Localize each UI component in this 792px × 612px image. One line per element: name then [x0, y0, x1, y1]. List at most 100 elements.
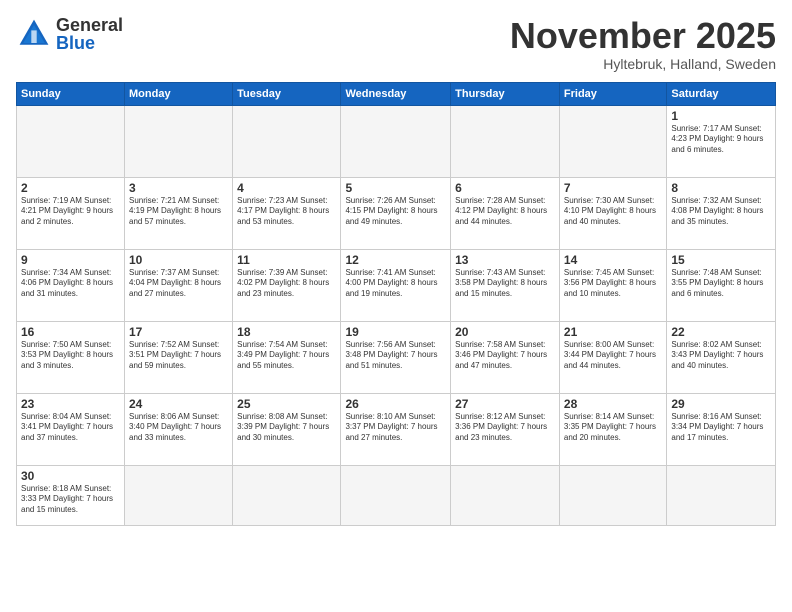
calendar-cell: [451, 465, 560, 525]
day-number: 11: [237, 253, 336, 267]
day-number: 16: [21, 325, 120, 339]
day-number: 6: [455, 181, 555, 195]
day-info: Sunrise: 7:50 AM Sunset: 3:53 PM Dayligh…: [21, 340, 120, 372]
day-info: Sunrise: 7:17 AM Sunset: 4:23 PM Dayligh…: [671, 124, 771, 156]
day-number: 10: [129, 253, 228, 267]
day-info: Sunrise: 7:56 AM Sunset: 3:48 PM Dayligh…: [345, 340, 446, 372]
day-number: 23: [21, 397, 120, 411]
calendar-cell: [341, 105, 451, 177]
day-number: 14: [564, 253, 662, 267]
day-info: Sunrise: 8:12 AM Sunset: 3:36 PM Dayligh…: [455, 412, 555, 444]
day-info: Sunrise: 8:06 AM Sunset: 3:40 PM Dayligh…: [129, 412, 228, 444]
day-number: 4: [237, 181, 336, 195]
day-number: 22: [671, 325, 771, 339]
calendar-cell: 29Sunrise: 8:16 AM Sunset: 3:34 PM Dayli…: [667, 393, 776, 465]
day-info: Sunrise: 8:10 AM Sunset: 3:37 PM Dayligh…: [345, 412, 446, 444]
day-header-tuesday: Tuesday: [233, 82, 341, 105]
calendar-cell: 14Sunrise: 7:45 AM Sunset: 3:56 PM Dayli…: [559, 249, 666, 321]
calendar-cell: 11Sunrise: 7:39 AM Sunset: 4:02 PM Dayli…: [233, 249, 341, 321]
day-number: 19: [345, 325, 446, 339]
day-info: Sunrise: 7:52 AM Sunset: 3:51 PM Dayligh…: [129, 340, 228, 372]
logo-general: General: [56, 16, 123, 34]
day-info: Sunrise: 8:08 AM Sunset: 3:39 PM Dayligh…: [237, 412, 336, 444]
calendar-cell: 5Sunrise: 7:26 AM Sunset: 4:15 PM Daylig…: [341, 177, 451, 249]
day-number: 29: [671, 397, 771, 411]
day-number: 5: [345, 181, 446, 195]
day-number: 2: [21, 181, 120, 195]
calendar-cell: 7Sunrise: 7:30 AM Sunset: 4:10 PM Daylig…: [559, 177, 666, 249]
day-number: 25: [237, 397, 336, 411]
logo-text: General Blue: [56, 16, 123, 52]
day-number: 21: [564, 325, 662, 339]
subtitle: Hyltebruk, Halland, Sweden: [510, 56, 776, 72]
day-info: Sunrise: 7:45 AM Sunset: 3:56 PM Dayligh…: [564, 268, 662, 300]
day-info: Sunrise: 8:00 AM Sunset: 3:44 PM Dayligh…: [564, 340, 662, 372]
page: General Blue November 2025 Hyltebruk, Ha…: [0, 0, 792, 612]
day-header-sunday: Sunday: [17, 82, 125, 105]
logo-blue: Blue: [56, 34, 123, 52]
calendar-cell: 10Sunrise: 7:37 AM Sunset: 4:04 PM Dayli…: [125, 249, 233, 321]
calendar-cell: 16Sunrise: 7:50 AM Sunset: 3:53 PM Dayli…: [17, 321, 125, 393]
calendar-cell: [125, 105, 233, 177]
day-info: Sunrise: 7:34 AM Sunset: 4:06 PM Dayligh…: [21, 268, 120, 300]
day-info: Sunrise: 7:43 AM Sunset: 3:58 PM Dayligh…: [455, 268, 555, 300]
day-number: 17: [129, 325, 228, 339]
day-info: Sunrise: 8:18 AM Sunset: 3:33 PM Dayligh…: [21, 484, 120, 516]
day-number: 26: [345, 397, 446, 411]
calendar-cell: 2Sunrise: 7:19 AM Sunset: 4:21 PM Daylig…: [17, 177, 125, 249]
day-number: 18: [237, 325, 336, 339]
day-number: 8: [671, 181, 771, 195]
calendar-week-row: 16Sunrise: 7:50 AM Sunset: 3:53 PM Dayli…: [17, 321, 776, 393]
day-info: Sunrise: 7:26 AM Sunset: 4:15 PM Dayligh…: [345, 196, 446, 228]
day-info: Sunrise: 8:02 AM Sunset: 3:43 PM Dayligh…: [671, 340, 771, 372]
calendar-table: SundayMondayTuesdayWednesdayThursdayFrid…: [16, 82, 776, 526]
calendar-cell: 19Sunrise: 7:56 AM Sunset: 3:48 PM Dayli…: [341, 321, 451, 393]
calendar-cell: [559, 105, 666, 177]
calendar-cell: 4Sunrise: 7:23 AM Sunset: 4:17 PM Daylig…: [233, 177, 341, 249]
calendar-cell: [233, 105, 341, 177]
calendar-cell: 20Sunrise: 7:58 AM Sunset: 3:46 PM Dayli…: [451, 321, 560, 393]
day-info: Sunrise: 7:23 AM Sunset: 4:17 PM Dayligh…: [237, 196, 336, 228]
calendar-cell: [341, 465, 451, 525]
calendar-cell: 25Sunrise: 8:08 AM Sunset: 3:39 PM Dayli…: [233, 393, 341, 465]
day-number: 9: [21, 253, 120, 267]
calendar-cell: [559, 465, 666, 525]
day-info: Sunrise: 7:30 AM Sunset: 4:10 PM Dayligh…: [564, 196, 662, 228]
day-header-saturday: Saturday: [667, 82, 776, 105]
day-info: Sunrise: 7:21 AM Sunset: 4:19 PM Dayligh…: [129, 196, 228, 228]
day-number: 1: [671, 109, 771, 123]
calendar-cell: [17, 105, 125, 177]
day-info: Sunrise: 7:39 AM Sunset: 4:02 PM Dayligh…: [237, 268, 336, 300]
day-number: 15: [671, 253, 771, 267]
calendar-week-row: 2Sunrise: 7:19 AM Sunset: 4:21 PM Daylig…: [17, 177, 776, 249]
calendar-cell: 24Sunrise: 8:06 AM Sunset: 3:40 PM Dayli…: [125, 393, 233, 465]
calendar-cell: 26Sunrise: 8:10 AM Sunset: 3:37 PM Dayli…: [341, 393, 451, 465]
calendar-cell: 21Sunrise: 8:00 AM Sunset: 3:44 PM Dayli…: [559, 321, 666, 393]
calendar-week-row: 23Sunrise: 8:04 AM Sunset: 3:41 PM Dayli…: [17, 393, 776, 465]
logo: General Blue: [16, 16, 123, 52]
day-info: Sunrise: 7:37 AM Sunset: 4:04 PM Dayligh…: [129, 268, 228, 300]
month-title: November 2025: [510, 16, 776, 56]
day-number: 3: [129, 181, 228, 195]
calendar-cell: 13Sunrise: 7:43 AM Sunset: 3:58 PM Dayli…: [451, 249, 560, 321]
header: General Blue November 2025 Hyltebruk, Ha…: [16, 16, 776, 72]
day-header-monday: Monday: [125, 82, 233, 105]
calendar-cell: 1Sunrise: 7:17 AM Sunset: 4:23 PM Daylig…: [667, 105, 776, 177]
calendar-cell: 18Sunrise: 7:54 AM Sunset: 3:49 PM Dayli…: [233, 321, 341, 393]
calendar-cell: 23Sunrise: 8:04 AM Sunset: 3:41 PM Dayli…: [17, 393, 125, 465]
day-info: Sunrise: 7:19 AM Sunset: 4:21 PM Dayligh…: [21, 196, 120, 228]
day-number: 13: [455, 253, 555, 267]
calendar-cell: 27Sunrise: 8:12 AM Sunset: 3:36 PM Dayli…: [451, 393, 560, 465]
day-info: Sunrise: 8:16 AM Sunset: 3:34 PM Dayligh…: [671, 412, 771, 444]
day-number: 30: [21, 469, 120, 483]
calendar-cell: 28Sunrise: 8:14 AM Sunset: 3:35 PM Dayli…: [559, 393, 666, 465]
calendar-cell: 3Sunrise: 7:21 AM Sunset: 4:19 PM Daylig…: [125, 177, 233, 249]
day-info: Sunrise: 7:28 AM Sunset: 4:12 PM Dayligh…: [455, 196, 555, 228]
title-block: November 2025 Hyltebruk, Halland, Sweden: [510, 16, 776, 72]
day-number: 20: [455, 325, 555, 339]
day-header-friday: Friday: [559, 82, 666, 105]
calendar-cell: 8Sunrise: 7:32 AM Sunset: 4:08 PM Daylig…: [667, 177, 776, 249]
day-info: Sunrise: 7:41 AM Sunset: 4:00 PM Dayligh…: [345, 268, 446, 300]
calendar-cell: [451, 105, 560, 177]
calendar-cell: [667, 465, 776, 525]
